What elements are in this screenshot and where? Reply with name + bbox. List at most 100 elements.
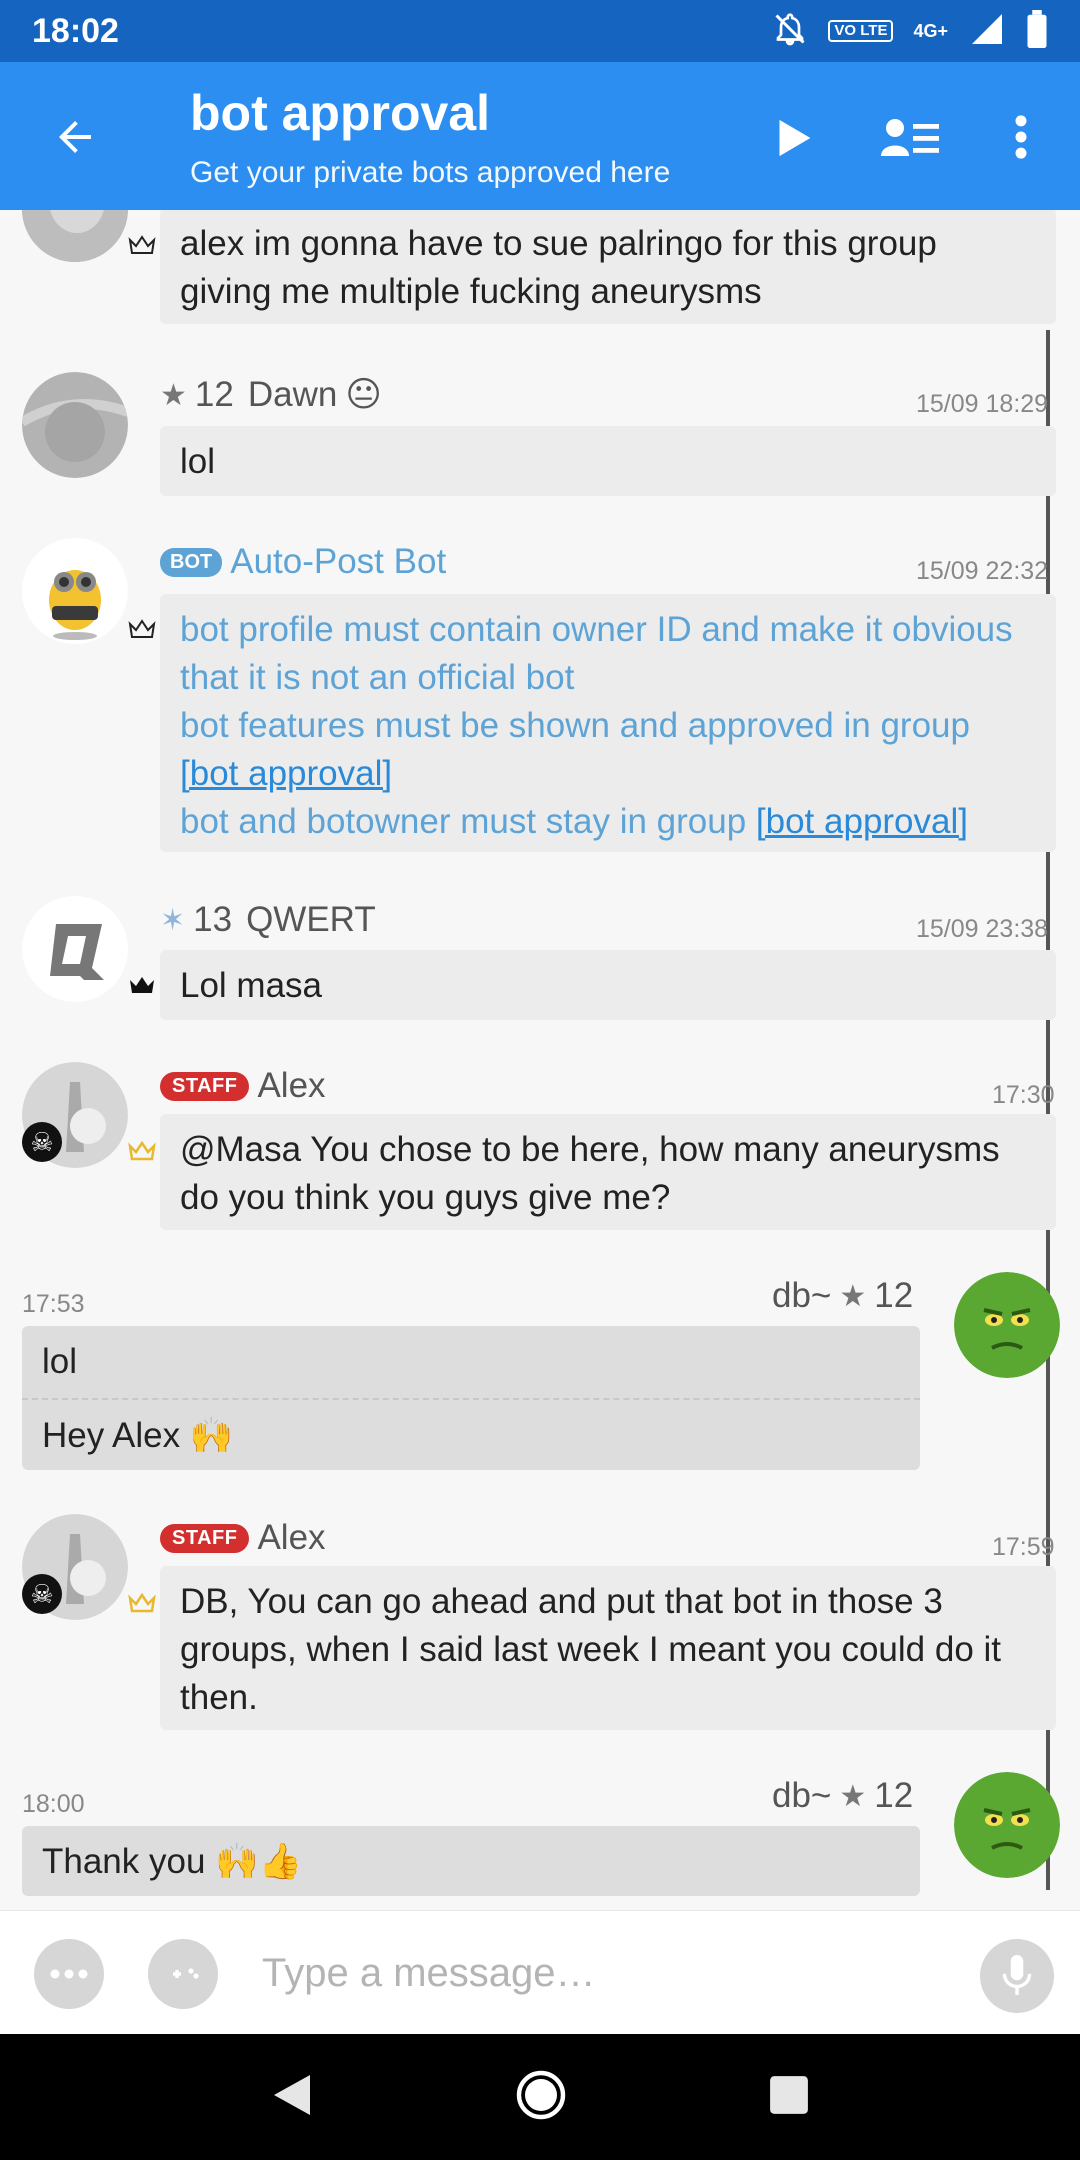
members-button[interactable] [876,106,946,170]
message-text: bot and botowner must stay in group [180,802,747,841]
message-bubble[interactable]: DB, You can go ahead and put that bot in… [160,1566,1056,1730]
reputation-level: 13 [193,900,233,939]
group-link[interactable]: [bot approval] [180,754,392,793]
skull-badge-icon: ☠ [22,1574,62,1614]
message-text: bot features must be shown and approved … [180,706,970,745]
message-separator [22,1398,920,1400]
avatar[interactable] [954,1772,1060,1878]
avatar[interactable] [954,1272,1060,1378]
sender-meta: STAFF Alex [160,1518,326,1558]
message-bubble[interactable]: lol [160,426,1056,496]
emoji: 😐 [345,375,382,414]
reputation-level: 12 [874,1776,914,1815]
avatar[interactable] [22,896,128,1002]
sender-meta: BOT Auto-Post Bot [160,542,446,582]
message-time: 17:30 [992,1081,1055,1109]
sender-meta: STAFF Alex [160,1066,326,1106]
group-title[interactable]: bot approval [190,84,490,142]
sender-name[interactable]: db~ [772,1776,831,1816]
members-list-icon [881,119,939,156]
message-text: @Masa You chose to be here, how many ane… [180,1130,1000,1217]
crown-outline-icon [128,235,156,254]
message-text: Lol masa [180,966,323,1005]
voice-message-button[interactable] [980,1939,1054,2013]
message-time: 18:00 [22,1790,85,1818]
message-text: lol [180,442,216,481]
message-text: DB, You can go ahead and put that bot in… [180,1582,1002,1717]
message-bubble[interactable]: @Masa You chose to be here, how many ane… [160,1114,1056,1230]
message-time: 17:53 [22,1290,85,1318]
volte-icon: VO LTE [828,20,894,42]
status-bar: 18:02 VO LTE 4G+ [0,0,1080,62]
gamepad-icon [173,1968,199,1979]
reputation-level: 12 [874,1276,914,1315]
composer-bar [0,1910,1080,2034]
crown-icon [130,977,154,993]
avatar[interactable] [22,538,128,644]
nav-home-button[interactable] [515,2069,567,2126]
star-icon: ✶ [160,903,186,937]
bot-badge: BOT [160,547,223,577]
more-actions-button[interactable] [34,1939,104,2009]
arrow-left-icon [59,121,91,153]
square-recents-icon [769,2075,808,2114]
star-icon: ★ [160,378,187,412]
sender-meta: ★ 12 Dawn 😐 [160,375,382,415]
avatar[interactable] [22,210,128,262]
staff-badge: STAFF [160,1071,250,1101]
message-bubble[interactable]: Lol masa [160,950,1056,1020]
message-time: 15/09 22:32 [916,557,1049,585]
message-text: Thank you 🙌👍 [42,1842,303,1881]
message-bubble[interactable]: bot profile must contain owner ID and ma… [160,594,1056,852]
sender-name[interactable]: Auto-Post Bot [230,542,446,582]
system-nav-bar [0,2034,1080,2160]
message-list[interactable]: alex im gonna have to sue palringo for t… [0,210,1080,1910]
crown-outline-icon [128,619,156,638]
star-icon: ★ [839,1279,867,1313]
message-input[interactable] [262,1943,942,2003]
sender-name[interactable]: Alex [257,1518,325,1558]
message-bubble[interactable]: lol Hey Alex 🙌 [22,1326,920,1470]
notifications-off-icon [772,11,808,52]
triangle-back-icon [274,2074,311,2115]
battery-icon [1026,9,1048,53]
status-icons: VO LTE 4G+ [772,9,1048,53]
nav-back-button[interactable] [270,2071,314,2124]
sender-name[interactable]: db~ [772,1276,831,1316]
sender-name[interactable]: Alex [257,1066,325,1106]
star-icon: ★ [839,1779,867,1813]
message-bubble[interactable]: Thank you 🙌👍 [22,1826,920,1896]
circle-home-icon [516,2070,566,2119]
more-vertical-icon [1015,115,1027,159]
message-time: 15/09 23:38 [916,915,1049,943]
message-text: Hey Alex 🙌 [42,1416,234,1455]
gold-crown-icon [128,1140,156,1161]
message-text: lol [42,1342,78,1381]
avatar[interactable] [22,372,128,478]
more-options-button[interactable] [996,102,1046,172]
sender-meta: db~ ★ 12 [772,1776,913,1816]
games-button[interactable] [148,1939,218,2009]
play-icon [779,119,811,157]
play-button[interactable] [762,106,826,170]
status-time: 18:02 [32,11,119,50]
sender-meta: db~ ★ 12 [772,1276,913,1316]
back-button[interactable] [40,102,110,172]
group-link[interactable]: [bot approval] [756,802,968,841]
ellipsis-icon [50,1969,88,1979]
gold-crown-icon [128,1592,156,1613]
message-time: 15/09 18:29 [916,390,1049,418]
staff-badge: STAFF [160,1523,250,1553]
network-type-icon: 4G+ [913,21,948,41]
nav-recents-button[interactable] [768,2074,810,2121]
skull-badge-icon: ☠ [22,1122,62,1162]
message-text: alex im gonna have to sue palringo for t… [180,224,937,311]
microphone-icon [1002,1955,1032,1995]
message-bubble[interactable]: alex im gonna have to sue palringo for t… [160,210,1056,324]
sender-name[interactable]: Dawn [248,375,337,415]
reputation-level: 12 [194,375,234,414]
signal-icon [968,11,1006,52]
message-text: bot profile must contain owner ID and ma… [180,610,1013,697]
group-subtitle: Get your private bots approved here [190,156,671,189]
sender-name[interactable]: QWERT [246,900,376,940]
